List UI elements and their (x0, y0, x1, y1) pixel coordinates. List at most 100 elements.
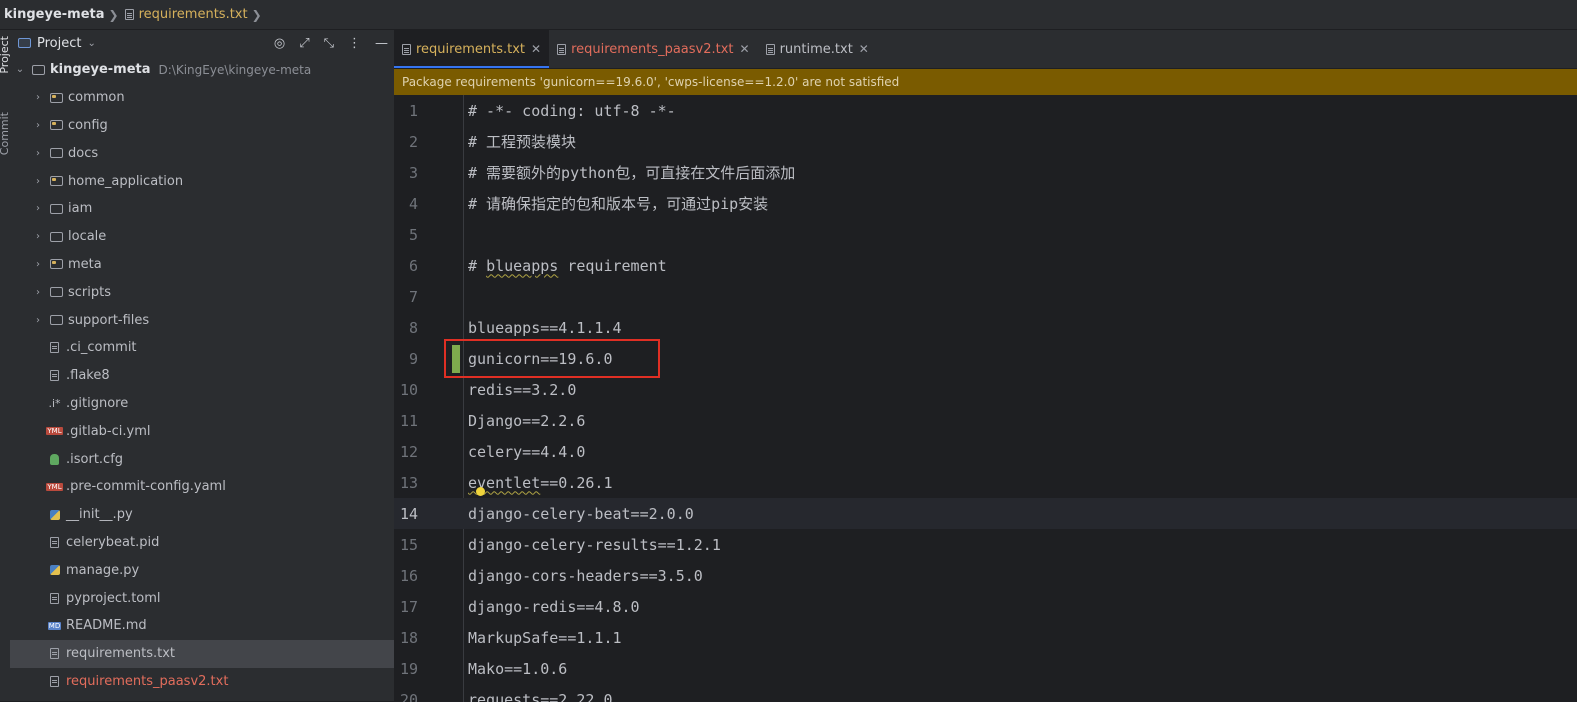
tree-item-label: iam (68, 201, 92, 216)
chevron-down-icon[interactable]: ⌄ (14, 64, 26, 75)
tree-folder[interactable]: › config (10, 112, 394, 140)
tree-item-label: config (68, 118, 108, 133)
tree-item-label: .gitlab-ci.yml (66, 424, 150, 439)
tree-folder[interactable]: ›common (10, 84, 394, 112)
editor-tab[interactable]: runtime.txt✕ (758, 30, 877, 68)
code-line[interactable]: 2# 工程预装模块 (394, 126, 1577, 157)
close-tab-icon[interactable]: ✕ (531, 42, 541, 56)
code-text: # 工程预装模块 (468, 131, 576, 152)
editor-tab[interactable]: requirements.txt ✕ (394, 30, 549, 68)
code-area[interactable]: 1# -*- coding: utf-8 -*-2# 工程预装模块3# 需要额外… (394, 95, 1577, 702)
chevron-right-icon[interactable]: › (32, 315, 44, 326)
code-line[interactable]: 20requests==2.22.0 (394, 684, 1577, 702)
breadcrumb-project[interactable]: kingeye-meta (4, 7, 105, 22)
tree-file[interactable]: celerybeat.pid (10, 529, 394, 557)
code-text: # -*- coding: utf-8 -*- (468, 102, 676, 120)
code-line[interactable]: 16django-cors-headers==3.5.0 (394, 560, 1577, 591)
project-panel: Project ⌄ ◎ ⤢ ⤡ ⋮ — ⌄ kingeye-meta D:\Ki… (10, 30, 394, 701)
code-line[interactable]: 18MarkupSafe==1.1.1 (394, 622, 1577, 653)
code-text: Django==2.2.6 (468, 412, 585, 430)
editor-tab[interactable]: requirements_paasv2.txt✕ (549, 30, 758, 68)
code-line[interactable]: 11Django==2.2.6 (394, 405, 1577, 436)
tree-file[interactable]: __init__.py (10, 501, 394, 529)
chevron-right-icon[interactable]: › (32, 148, 44, 159)
line-number: 19 (394, 660, 418, 678)
tree-file[interactable]: requirements_paasv2.txt (10, 668, 394, 696)
tree-item-label: celerybeat.pid (66, 535, 159, 550)
folder-icon (50, 148, 63, 158)
tree-folder[interactable]: › locale (10, 223, 394, 251)
tree-folder[interactable]: ›docs (10, 139, 394, 167)
tree-item-label: locale (68, 229, 106, 244)
tree-folder[interactable]: ›home_application (10, 167, 394, 195)
tree-file[interactable]: manage.py (10, 556, 394, 584)
code-text: celery==4.4.0 (468, 443, 585, 461)
tree-file[interactable]: YML.pre-commit-config.yaml (10, 473, 394, 501)
code-line[interactable]: 15django-celery-results==1.2.1 (394, 529, 1577, 560)
chevron-right-icon[interactable]: › (32, 120, 44, 131)
tree-item-label: __init__.py (66, 507, 133, 522)
code-line[interactable]: 6# blueapps requirement (394, 250, 1577, 281)
annotation-highlight-box (444, 339, 660, 378)
code-line[interactable]: 1# -*- coding: utf-8 -*- (394, 95, 1577, 126)
code-line[interactable]: 3# 需要额外的python包，可直接在文件后面添加 (394, 157, 1577, 188)
line-number: 7 (394, 288, 418, 306)
collapse-all-icon[interactable]: ⤡ (324, 36, 334, 51)
tree-item-label: support-files (68, 313, 149, 328)
select-opened-file-icon[interactable]: ◎ (274, 36, 285, 51)
tree-file[interactable]: requirements.txt (10, 640, 394, 668)
close-tab-icon[interactable]: ✕ (859, 42, 869, 56)
tree-root[interactable]: ⌄ kingeye-meta D:\KingEye\kingeye-meta (10, 56, 394, 84)
tree-folder[interactable]: › iam (10, 195, 394, 223)
close-tab-icon[interactable]: ✕ (740, 42, 750, 56)
options-menu-icon[interactable]: ⋮ (348, 36, 361, 51)
tree-file[interactable]: .flake8 (10, 362, 394, 390)
tree-item-label: manage.py (66, 563, 139, 578)
package-warning-banner[interactable]: Package requirements 'gunicorn==19.6.0',… (394, 69, 1577, 95)
chevron-right-icon[interactable]: › (32, 203, 44, 214)
code-line[interactable]: 14django-celery-beat==2.0.0 (394, 498, 1577, 529)
line-number: 10 (394, 381, 418, 399)
code-line[interactable]: 13eventlet==0.26.1 (394, 467, 1577, 498)
chevron-right-icon[interactable]: › (32, 287, 44, 298)
folder-icon (50, 120, 63, 130)
tree-file[interactable]: .ci_commit (10, 334, 394, 362)
intention-bulb-icon[interactable] (476, 487, 485, 496)
hide-panel-icon[interactable]: — (375, 36, 388, 51)
chevron-down-icon[interactable]: ⌄ (87, 38, 95, 49)
line-number: 3 (394, 164, 418, 182)
tree-root-name: kingeye-meta (50, 62, 151, 77)
breadcrumb-file[interactable]: requirements.txt (139, 7, 248, 22)
tree-file[interactable]: .i*.gitignore (10, 390, 394, 418)
code-line[interactable]: 10redis==3.2.0 (394, 374, 1577, 405)
tree-file[interactable]: YML.gitlab-ci.yml (10, 417, 394, 445)
tree-file[interactable]: pyproject.toml (10, 584, 394, 612)
project-panel-header: Project ⌄ ◎ ⤢ ⤡ ⋮ — (10, 30, 394, 56)
chevron-right-icon[interactable]: › (32, 259, 44, 270)
line-number: 17 (394, 598, 418, 616)
project-view-selector[interactable]: Project (37, 36, 81, 51)
chevron-right-icon[interactable]: › (32, 231, 44, 242)
tree-folder[interactable]: ›scripts (10, 278, 394, 306)
code-line[interactable]: 12celery==4.4.0 (394, 436, 1577, 467)
tree-file[interactable]: .isort.cfg (10, 445, 394, 473)
code-line[interactable]: 4# 请确保指定的包和版本号，可通过pip安装 (394, 188, 1577, 219)
editor: requirements.txt✕requirements_paasv2.txt… (394, 30, 1577, 701)
tree-item-label: .pre-commit-config.yaml (66, 479, 226, 494)
tree-folder[interactable]: › support-files (10, 306, 394, 334)
tab-label: requirements.txt (416, 42, 525, 57)
tree-item-label: requirements_paasv2.txt (66, 674, 228, 689)
code-line[interactable]: 17django-redis==4.8.0 (394, 591, 1577, 622)
python-file-icon (50, 510, 60, 520)
text-file-icon (50, 593, 59, 604)
code-line[interactable]: 7 (394, 281, 1577, 312)
code-text: # 请确保指定的包和版本号，可通过pip安装 (468, 193, 768, 214)
tree-folder[interactable]: ›meta (10, 251, 394, 279)
expand-all-icon[interactable]: ⤢ (299, 36, 309, 51)
tree-file[interactable]: MDREADME.md (10, 612, 394, 640)
code-line[interactable]: 5 (394, 219, 1577, 250)
chevron-right-icon[interactable]: › (32, 92, 44, 103)
chevron-right-icon[interactable]: › (32, 176, 44, 187)
code-line[interactable]: 19Mako==1.0.6 (394, 653, 1577, 684)
line-number: 8 (394, 319, 418, 337)
